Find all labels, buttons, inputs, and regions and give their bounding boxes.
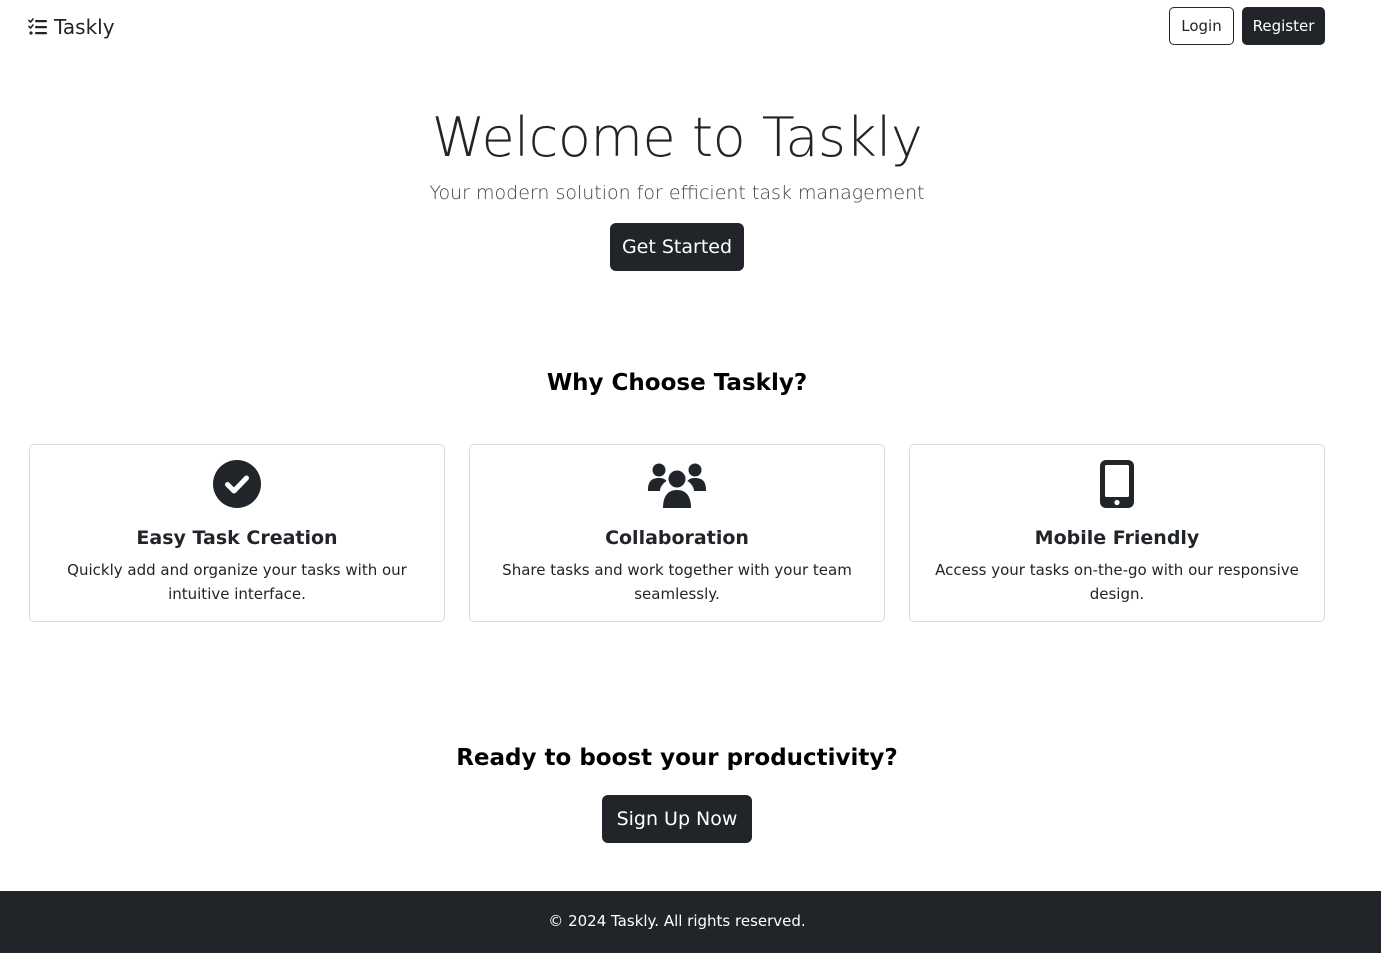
feature-title: Collaboration xyxy=(605,527,749,549)
features-heading: Why Choose Taskly? xyxy=(546,370,808,396)
copyright-text: © 2024 Taskly. All rights reserved. xyxy=(548,912,806,930)
mobile-icon xyxy=(1100,460,1134,512)
users-icon xyxy=(647,460,707,512)
feature-card-mobile-friendly: Mobile Friendly Access your tasks on-the… xyxy=(909,444,1325,622)
landing-page: Taskly Login Register Welcome to Taskly … xyxy=(0,0,1381,953)
footer: © 2024 Taskly. All rights reserved. xyxy=(0,891,1381,953)
feature-title: Mobile Friendly xyxy=(1034,527,1200,549)
feature-text: Quickly add and organize your tasks with… xyxy=(67,561,407,603)
login-button[interactable]: Login xyxy=(1169,7,1234,45)
brand-link[interactable]: Taskly xyxy=(28,14,115,40)
register-button[interactable]: Register xyxy=(1242,7,1325,45)
hero-title: Welcome to Taskly xyxy=(431,106,923,169)
navbar: Taskly Login Register xyxy=(0,0,1381,54)
hero-subtitle: Your modern solution for efficient task … xyxy=(429,182,925,204)
get-started-button[interactable]: Get Started xyxy=(610,223,744,271)
feature-title: Easy Task Creation xyxy=(136,527,338,549)
task-list-icon xyxy=(28,18,48,36)
brand-label: Taskly xyxy=(54,15,115,39)
sign-up-button[interactable]: Sign Up Now xyxy=(602,795,752,843)
cta-heading: Ready to boost your productivity? xyxy=(456,745,898,771)
feature-card-easy-task-creation: Easy Task Creation Quickly add and organ… xyxy=(29,444,445,622)
feature-text: Share tasks and work together with your … xyxy=(502,561,852,603)
feature-card-collaboration: Collaboration Share tasks and work toget… xyxy=(469,444,885,622)
feature-text: Access your tasks on-the-go with our res… xyxy=(935,561,1299,603)
check-circle-icon xyxy=(213,460,261,512)
